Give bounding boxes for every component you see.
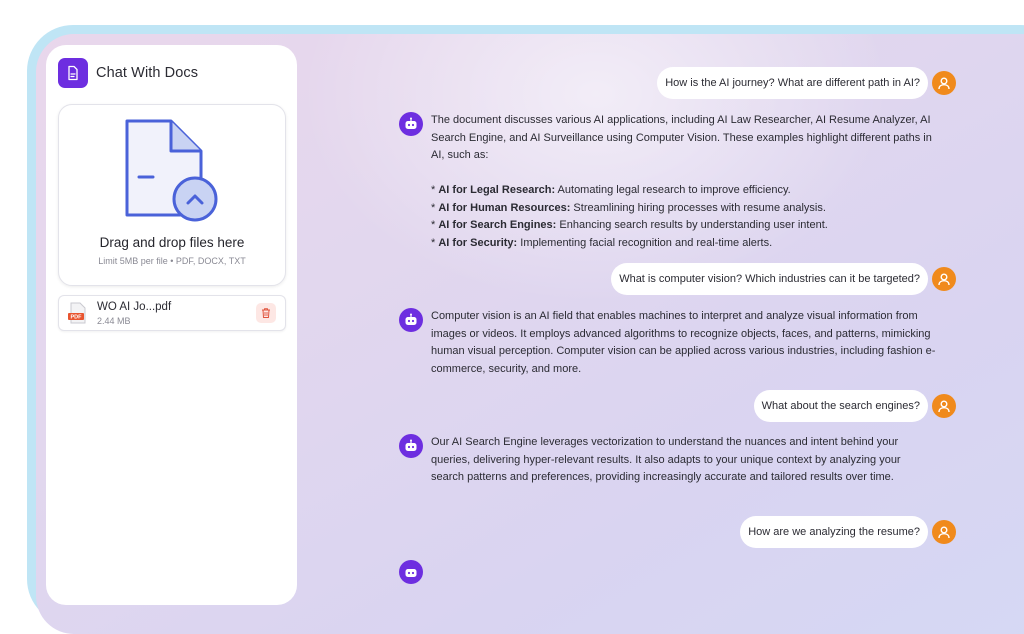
user-message: What about the search engines? — [36, 390, 1024, 422]
bot-message-intro: The document discusses various AI applic… — [431, 114, 932, 161]
bot-avatar-icon — [399, 112, 423, 136]
bot-avatar-icon — [399, 308, 423, 332]
user-avatar-icon — [932, 71, 956, 95]
bullet-item: * AI for Search Engines: Enhancing searc… — [431, 219, 828, 231]
bot-avatar-icon — [399, 434, 423, 458]
user-message: What is computer vision? Which industrie… — [36, 263, 1024, 295]
bot-message-text: Computer vision is an AI field that enab… — [431, 310, 936, 375]
bot-avatar-icon — [399, 560, 423, 584]
user-avatar-icon — [932, 394, 956, 418]
app-window: Chat With Docs Drag and drop files here … — [36, 34, 1024, 634]
user-message: How are we analyzing the resume? — [36, 516, 1024, 548]
user-message-bubble: What is computer vision? Which industrie… — [611, 263, 928, 295]
chat-area: How is the AI journey? What are differen… — [36, 34, 1024, 634]
user-message-bubble: How is the AI journey? What are differen… — [657, 67, 928, 99]
user-avatar-icon — [932, 267, 956, 291]
bullet-item: * AI for Legal Research: Automating lega… — [431, 184, 791, 196]
bullet-item: * AI for Human Resources: Streamlining h… — [431, 201, 826, 214]
user-message-bubble: How are we analyzing the resume? — [740, 516, 928, 548]
bullet-item: * AI for Security: Implementing facial r… — [431, 236, 773, 249]
user-avatar-icon — [932, 520, 956, 544]
bot-message-text: The document discusses various AI applic… — [431, 112, 936, 252]
user-message-bubble: What about the search engines? — [753, 390, 928, 422]
user-message: How is the AI journey? What are differen… — [36, 67, 1024, 99]
bot-message-text: Our AI Search Engine leverages vectoriza… — [431, 436, 901, 483]
